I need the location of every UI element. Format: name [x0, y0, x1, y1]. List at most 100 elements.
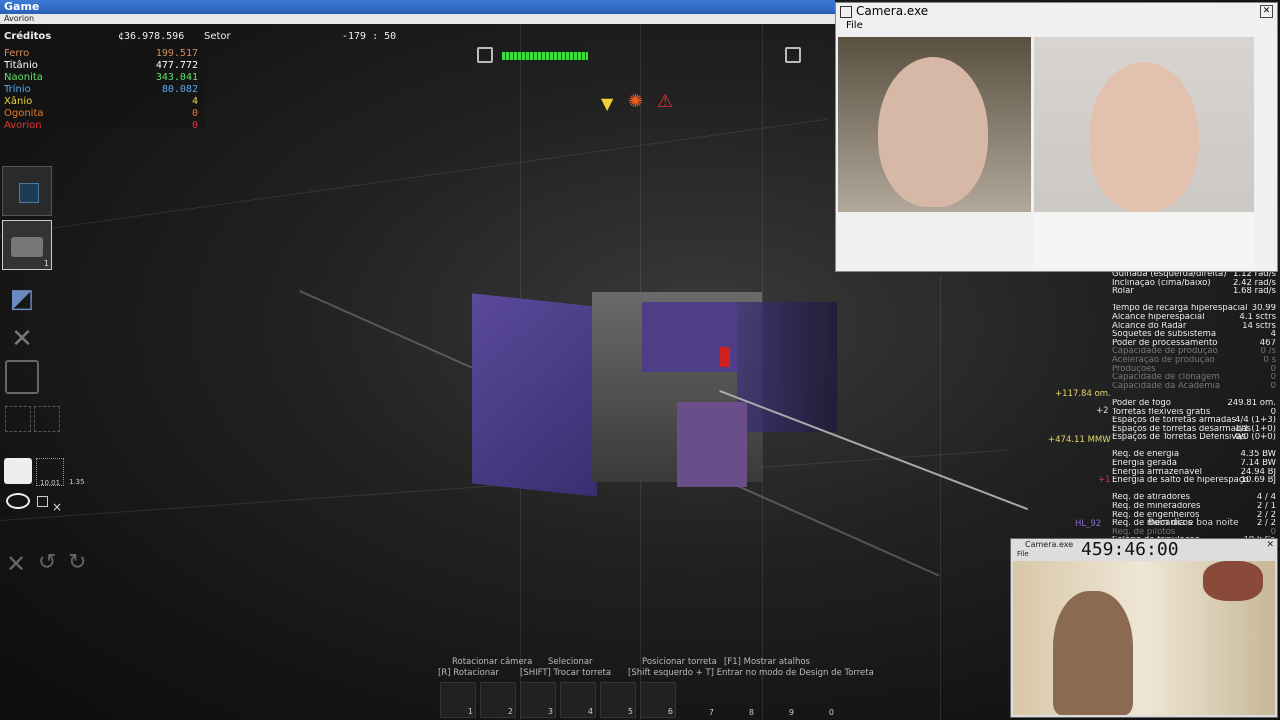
stat-value: 249.81 om.: [1227, 398, 1276, 408]
hint-swap-turret: [SHIFT] Trocar torreta: [520, 668, 612, 678]
target-bracket-right-icon: [785, 47, 801, 63]
camera-window[interactable]: Camera.exe ✕ File: [835, 2, 1278, 272]
delete-icon[interactable]: ✕: [6, 550, 26, 578]
stat-value: 467: [1259, 338, 1276, 348]
block-tool-button[interactable]: [2, 166, 52, 216]
stat-label: Capacidade de produção: [1112, 347, 1218, 356]
stat-label: Tempo de recarga hiperespacial: [1112, 304, 1248, 313]
save-icon[interactable]: [5, 360, 39, 394]
hotbar-slot[interactable]: 2: [480, 682, 516, 718]
grid-snap-icon[interactable]: 10.01: [36, 458, 64, 487]
undo-icon[interactable]: ↺: [38, 550, 56, 575]
stat-row: Req. de mineradores 2 / 1: [1112, 502, 1276, 511]
camera-app-icon: [840, 6, 852, 18]
stat-row: Req. de pilotos 0: [1112, 528, 1276, 537]
resource-row: Naonita 343.041: [4, 72, 198, 84]
stat-value: 0: [1270, 373, 1276, 382]
resource-row: Titânio 477.772: [4, 60, 198, 72]
stat-value: 0: [1270, 527, 1276, 537]
plant: [1203, 561, 1263, 601]
camera-titlebar: Camera.exe ✕: [836, 3, 1277, 19]
webcam-feed-right: [1034, 37, 1254, 269]
stat-row: Energia de salto de hiperespaço 10.69 BJ: [1112, 476, 1276, 485]
eye-icon[interactable]: [6, 493, 30, 509]
checkbox-icon[interactable]: [37, 496, 48, 507]
hull-left-purple: [472, 293, 597, 497]
stream-overlay-text: Bom dia e boa noite: [1148, 518, 1239, 528]
stat-value: 2 / 2: [1256, 510, 1276, 520]
hull-front-block: [677, 402, 747, 487]
hotbar-slot[interactable]: 7: [680, 682, 716, 718]
resource-value: 199.517: [155, 48, 198, 59]
hint-select: Selecionar: [548, 657, 593, 667]
credits-value: ¢36.978.596: [118, 31, 185, 42]
stat-row: Req. de energia 4.35 BW: [1112, 450, 1276, 459]
slot-number: 6: [667, 707, 673, 716]
close-icon[interactable]: ×: [52, 500, 62, 514]
grid-line: [940, 275, 941, 720]
select-box-icon[interactable]: [5, 406, 31, 432]
person-silhouette: [1089, 62, 1199, 212]
person-silhouette: [878, 57, 988, 207]
stat-label: Req. de mineradores: [1112, 502, 1201, 511]
resource-name: Ogonita: [4, 108, 44, 119]
grid-line: [0, 118, 828, 236]
slot-number: 8: [748, 708, 754, 717]
paint-icon[interactable]: ◩: [5, 282, 39, 316]
close-icon[interactable]: ✕: [1260, 5, 1273, 18]
stat-row: Poder de processamento 467: [1112, 339, 1276, 348]
stat-label: Req. de energia: [1112, 450, 1180, 460]
slot-number: 1: [467, 707, 473, 716]
lock-icon[interactable]: [4, 458, 32, 484]
camera2-file-menu[interactable]: File: [1017, 550, 1029, 558]
slot-number: 5: [627, 707, 633, 716]
tools-icon[interactable]: ✕: [5, 322, 39, 356]
stat-label: Capacidade de clonagem: [1112, 373, 1220, 382]
stat-label: Inclinação (cima/baixo): [1112, 278, 1211, 288]
timer: 459:46:00: [1081, 539, 1179, 560]
slot-number: 9: [788, 708, 794, 717]
hotbar-slot[interactable]: 1: [440, 682, 476, 718]
radiation-icon: ✺: [628, 91, 644, 112]
camera-window-small[interactable]: Camera.exe File ✕ 459:46:00: [1010, 538, 1278, 718]
stat-label: Espaços de torretas desarmadas: [1112, 424, 1251, 434]
stat-label: Alcance hiperespacial: [1112, 312, 1205, 322]
stat-row: Inclinação (cima/baixo) 2.42 rad/s: [1112, 279, 1276, 288]
turret-tool-button[interactable]: 1: [2, 220, 52, 270]
stat-label: Torretas flexíveis grátis: [1112, 407, 1211, 417]
file-menu[interactable]: File: [846, 20, 863, 31]
hotbar-slot[interactable]: 6: [640, 682, 676, 718]
hotbar-slot[interactable]: 3: [520, 682, 556, 718]
stat-label: Capacidade da Academia: [1112, 381, 1221, 391]
slot-number: 4: [587, 707, 593, 716]
stat-value: 7.14 BW: [1240, 459, 1276, 468]
scale-icon[interactable]: 1.35: [66, 458, 94, 486]
stat-value: 0: [1270, 407, 1276, 417]
redo-icon[interactable]: ↻: [68, 550, 86, 575]
stat-label: Req. de atiradores: [1112, 493, 1191, 503]
camera-title: Camera.exe: [856, 4, 929, 18]
hotbar-slot[interactable]: 8: [720, 682, 756, 718]
hotbar-slot[interactable]: 5: [600, 682, 636, 718]
shirt: [1034, 212, 1254, 269]
resource-row: Ferro 199.517: [4, 48, 198, 60]
select-area-icon[interactable]: [34, 406, 60, 432]
hotbar-slot[interactable]: 9: [760, 682, 796, 718]
stat-value: 4.1 sctrs: [1239, 312, 1276, 322]
trophy-icon: ▼: [601, 94, 614, 113]
hotbar-slot[interactable]: 4: [560, 682, 596, 718]
stat-label: Aceleração de produção: [1112, 355, 1215, 365]
shield-bar: [502, 52, 588, 60]
slot-count: 1: [43, 259, 49, 268]
ship-model[interactable]: [472, 292, 837, 497]
hotbar-slot[interactable]: 0: [800, 682, 836, 718]
stat-row: Produções 0: [1112, 365, 1276, 374]
close-icon[interactable]: ✕: [1266, 540, 1274, 550]
stat-value: 0: [1270, 381, 1276, 391]
stat-value: 2 / 2: [1256, 519, 1276, 528]
slot-number: 7: [708, 708, 714, 717]
hint-place-turret: Posicionar torreta: [642, 657, 717, 667]
scale-value: 1.35: [69, 478, 85, 486]
cube-icon: [19, 183, 39, 203]
grid-snap-value: 10.01: [40, 479, 61, 487]
